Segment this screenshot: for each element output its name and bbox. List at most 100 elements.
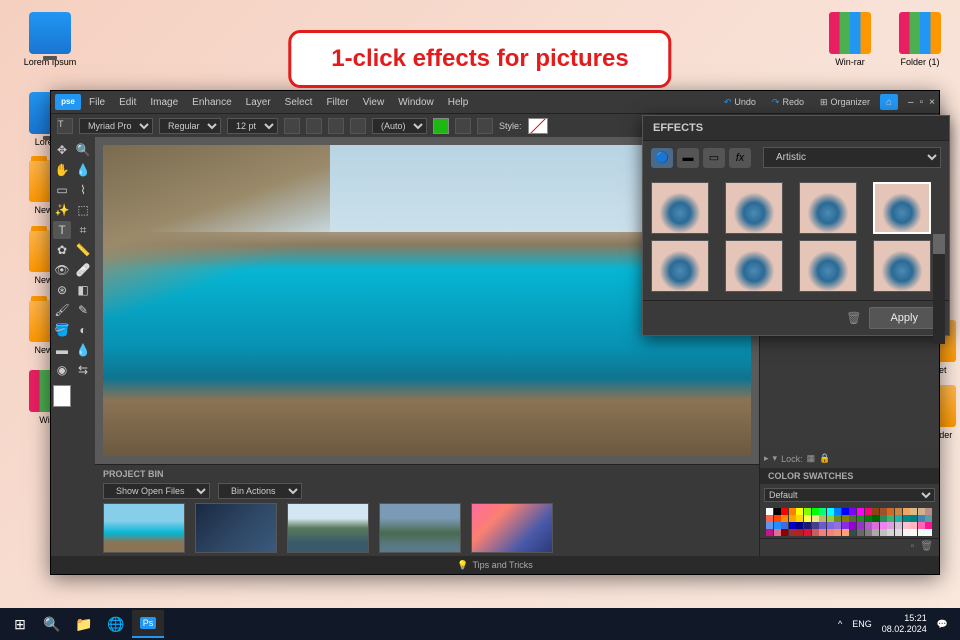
- color-swatch[interactable]: [789, 508, 796, 515]
- move-tool[interactable]: ✥: [53, 141, 71, 159]
- color-swatch[interactable]: [903, 529, 910, 536]
- apply-button[interactable]: Apply: [869, 307, 939, 329]
- effect-thumb[interactable]: [799, 240, 857, 292]
- search-button[interactable]: 🔍: [36, 610, 68, 638]
- minimize-button[interactable]: –: [908, 97, 914, 108]
- tray-chevron-icon[interactable]: ^: [838, 619, 842, 629]
- menu-edit[interactable]: Edit: [113, 95, 142, 110]
- font-size-select[interactable]: 12 pt: [227, 118, 278, 134]
- menu-layer[interactable]: Layer: [240, 95, 277, 110]
- lock-pixels-icon[interactable]: ▦: [807, 453, 816, 464]
- color-swatch[interactable]: [812, 522, 819, 529]
- bin-thumb[interactable]: [379, 503, 461, 553]
- color-swatch[interactable]: [872, 522, 879, 529]
- color-swatch[interactable]: [774, 515, 781, 522]
- zoom-tool[interactable]: 🔍: [74, 141, 92, 159]
- menu-window[interactable]: Window: [392, 95, 440, 110]
- color-swatch[interactable]: [842, 508, 849, 515]
- shape-tool[interactable]: ▬: [53, 341, 71, 359]
- color-swatch[interactable]: [849, 522, 856, 529]
- color-swatch[interactable]: [812, 515, 819, 522]
- delete-effect-icon[interactable]: 🗑: [846, 311, 861, 325]
- brush-tool[interactable]: 🖌: [53, 301, 71, 319]
- explorer-button[interactable]: 📁: [68, 610, 100, 638]
- menu-view[interactable]: View: [357, 95, 391, 110]
- color-swatch[interactable]: [796, 522, 803, 529]
- color-swatch[interactable]: [903, 515, 910, 522]
- color-swatch[interactable]: [865, 515, 872, 522]
- color-swatch[interactable]: [857, 508, 864, 515]
- color-swatch[interactable]: [819, 529, 826, 536]
- color-swatch[interactable]: [887, 529, 894, 536]
- color-swatch[interactable]: [834, 515, 841, 522]
- color-swatch[interactable]: [774, 529, 781, 536]
- orient-icon[interactable]: [477, 118, 493, 134]
- cookie-tool[interactable]: ✿: [53, 241, 71, 259]
- style-swatch[interactable]: [528, 118, 548, 134]
- gradient-tool[interactable]: ◐: [74, 321, 92, 339]
- leading-select[interactable]: (Auto): [372, 118, 427, 134]
- align-right-icon[interactable]: [350, 118, 366, 134]
- color-swatch[interactable]: [827, 508, 834, 515]
- color-swatch[interactable]: [910, 529, 917, 536]
- color-swatch[interactable]: [812, 508, 819, 515]
- effects-scrollbar[interactable]: [933, 234, 945, 344]
- fx-tab-styles[interactable]: ▬: [677, 148, 699, 168]
- color-swatch[interactable]: [857, 529, 864, 536]
- align-left-icon[interactable]: [306, 118, 322, 134]
- effect-thumb[interactable]: [873, 182, 931, 234]
- color-swatch[interactable]: [872, 529, 879, 536]
- hand-tool[interactable]: ✋: [53, 161, 71, 179]
- desktop-icon-rar[interactable]: Win-rar: [820, 12, 880, 67]
- redo-button[interactable]: ↷Redo: [766, 95, 810, 110]
- color-swatch[interactable]: [925, 529, 932, 536]
- color-swatch[interactable]: [766, 515, 773, 522]
- color-swatch[interactable]: [887, 515, 894, 522]
- color-swatch[interactable]: [849, 529, 856, 536]
- color-swatch[interactable]: [804, 515, 811, 522]
- font-family-select[interactable]: Myriad Pro: [79, 118, 153, 134]
- color-swatch[interactable]: [781, 515, 788, 522]
- new-swatch-icon[interactable]: ▫: [911, 541, 915, 554]
- menu-select[interactable]: Select: [279, 95, 319, 110]
- bin-thumb[interactable]: [287, 503, 369, 553]
- fx-tab-photo[interactable]: ▭: [703, 148, 725, 168]
- wand-tool[interactable]: ✨: [53, 201, 71, 219]
- color-swatch[interactable]: [865, 508, 872, 515]
- color-swatch[interactable]: [910, 522, 917, 529]
- clock[interactable]: 15:21 08.02.2024: [882, 613, 927, 635]
- color-swatch[interactable]: [895, 529, 902, 536]
- color-swatch[interactable]: [819, 515, 826, 522]
- effect-thumb[interactable]: [725, 240, 783, 292]
- bin-thumb[interactable]: [195, 503, 277, 553]
- color-swatch[interactable]: [834, 508, 841, 515]
- bin-thumb[interactable]: [103, 503, 185, 553]
- color-swatch[interactable]: [834, 529, 841, 536]
- align-center-icon[interactable]: [328, 118, 344, 134]
- menu-filter[interactable]: Filter: [320, 95, 354, 110]
- color-swatch[interactable]: [918, 508, 925, 515]
- language-indicator[interactable]: ENG: [852, 619, 872, 629]
- bin-thumb[interactable]: [471, 503, 553, 553]
- color-swatch[interactable]: [910, 515, 917, 522]
- start-button[interactable]: ⊞: [4, 610, 36, 638]
- color-swatch[interactable]: [781, 529, 788, 536]
- color-swatch[interactable]: [812, 529, 819, 536]
- color-swatch[interactable]: [895, 508, 902, 515]
- warp-icon[interactable]: [455, 118, 471, 134]
- switch-colors[interactable]: ⇆: [74, 361, 92, 379]
- color-swatch[interactable]: [781, 508, 788, 515]
- antialias-icon[interactable]: [284, 118, 300, 134]
- maximize-button[interactable]: ▫: [920, 97, 924, 108]
- menu-image[interactable]: Image: [144, 95, 184, 110]
- bin-show-select[interactable]: Show Open Files: [103, 483, 210, 499]
- color-swatch[interactable]: [827, 529, 834, 536]
- color-swatch[interactable]: [918, 522, 925, 529]
- menu-file[interactable]: File: [83, 95, 111, 110]
- color-swatch[interactable]: [766, 529, 773, 536]
- color-swatch[interactable]: [849, 508, 856, 515]
- menu-help[interactable]: Help: [442, 95, 475, 110]
- text-color-swatch[interactable]: [433, 118, 449, 134]
- color-swatch[interactable]: [865, 522, 872, 529]
- effect-thumb[interactable]: [651, 240, 709, 292]
